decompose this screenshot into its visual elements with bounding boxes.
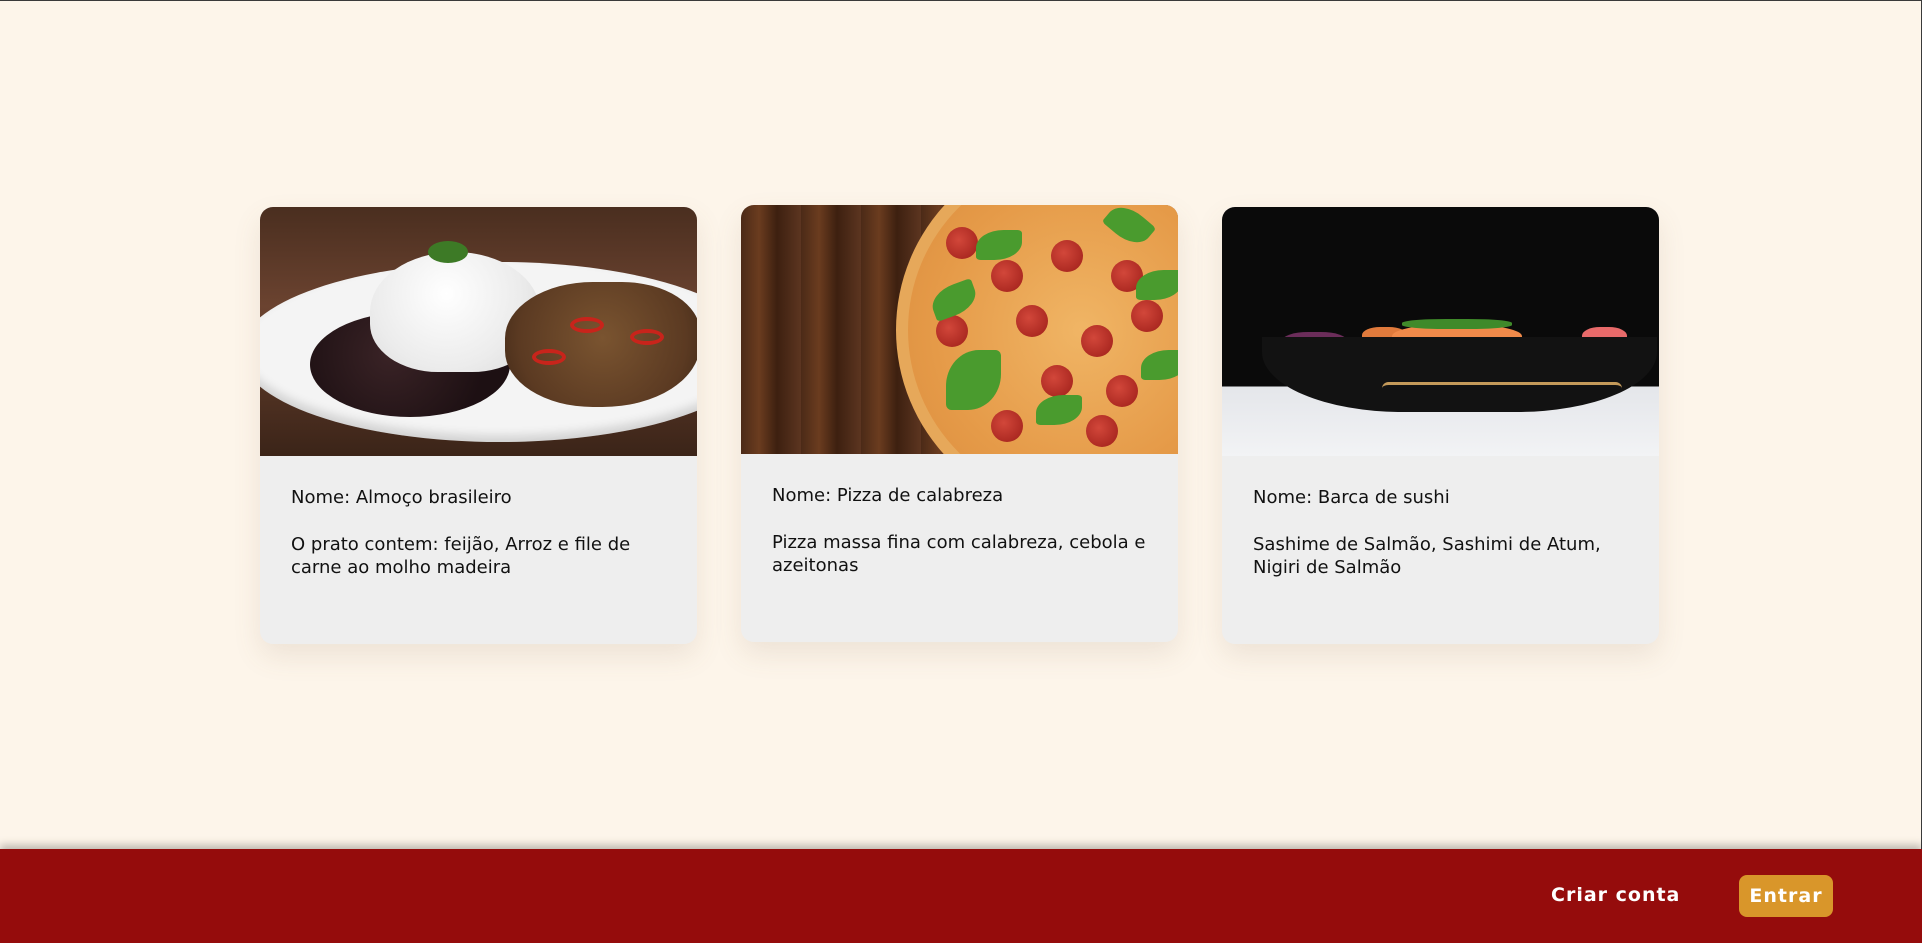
pepperoni xyxy=(991,260,1023,292)
pepperoni xyxy=(1131,300,1163,332)
dish-card-body: Nome: Almoço brasileiro O prato contem: … xyxy=(260,456,697,579)
pepperoni xyxy=(991,410,1023,442)
boat-wave-decoration xyxy=(1382,382,1622,395)
create-account-button[interactable]: Criar conta xyxy=(1551,884,1680,906)
steak-shape xyxy=(505,282,697,407)
pepperoni xyxy=(1086,415,1118,447)
pepperoni xyxy=(1106,375,1138,407)
pepper-ring xyxy=(630,329,664,345)
dish-name: Nome: Pizza de calabreza xyxy=(772,485,1004,506)
dish-description: O prato contem: feijão, Arroz e file de … xyxy=(291,534,631,578)
dish-image-pizza xyxy=(741,205,1178,454)
dish-description: Pizza massa fina com calabreza, cebola e… xyxy=(772,532,1146,576)
dish-card-body: Nome: Barca de sushi Sashime de Salmão, … xyxy=(1222,456,1659,579)
pepperoni xyxy=(1051,240,1083,272)
pepper-ring xyxy=(570,317,604,333)
dish-name: Nome: Almoço brasileiro xyxy=(291,487,512,508)
footer-bar: Criar conta Entrar xyxy=(0,849,1922,943)
herb-shape xyxy=(1402,319,1512,329)
pepperoni xyxy=(1016,305,1048,337)
pepperoni xyxy=(1081,325,1113,357)
dish-image-sushi-boat xyxy=(1222,207,1659,456)
login-button[interactable]: Entrar xyxy=(1739,875,1833,917)
pepper-ring xyxy=(532,349,566,365)
dish-name: Nome: Barca de sushi xyxy=(1253,487,1450,508)
dish-card[interactable]: Nome: Pizza de calabreza Pizza massa fin… xyxy=(741,205,1178,642)
herb-garnish xyxy=(428,241,468,263)
dish-card[interactable]: Nome: Almoço brasileiro O prato contem: … xyxy=(260,207,697,644)
dish-description: Sashime de Salmão, Sashimi de Atum, Nigi… xyxy=(1253,534,1601,578)
page: Nome: Almoço brasileiro O prato contem: … xyxy=(0,0,1922,943)
dish-image-brazilian-lunch xyxy=(260,207,697,456)
dish-card[interactable]: Nome: Barca de sushi Sashime de Salmão, … xyxy=(1222,207,1659,644)
pepperoni xyxy=(1041,365,1073,397)
boat-shape xyxy=(1262,337,1657,412)
dish-card-body: Nome: Pizza de calabreza Pizza massa fin… xyxy=(741,454,1178,577)
pepperoni xyxy=(946,227,978,259)
